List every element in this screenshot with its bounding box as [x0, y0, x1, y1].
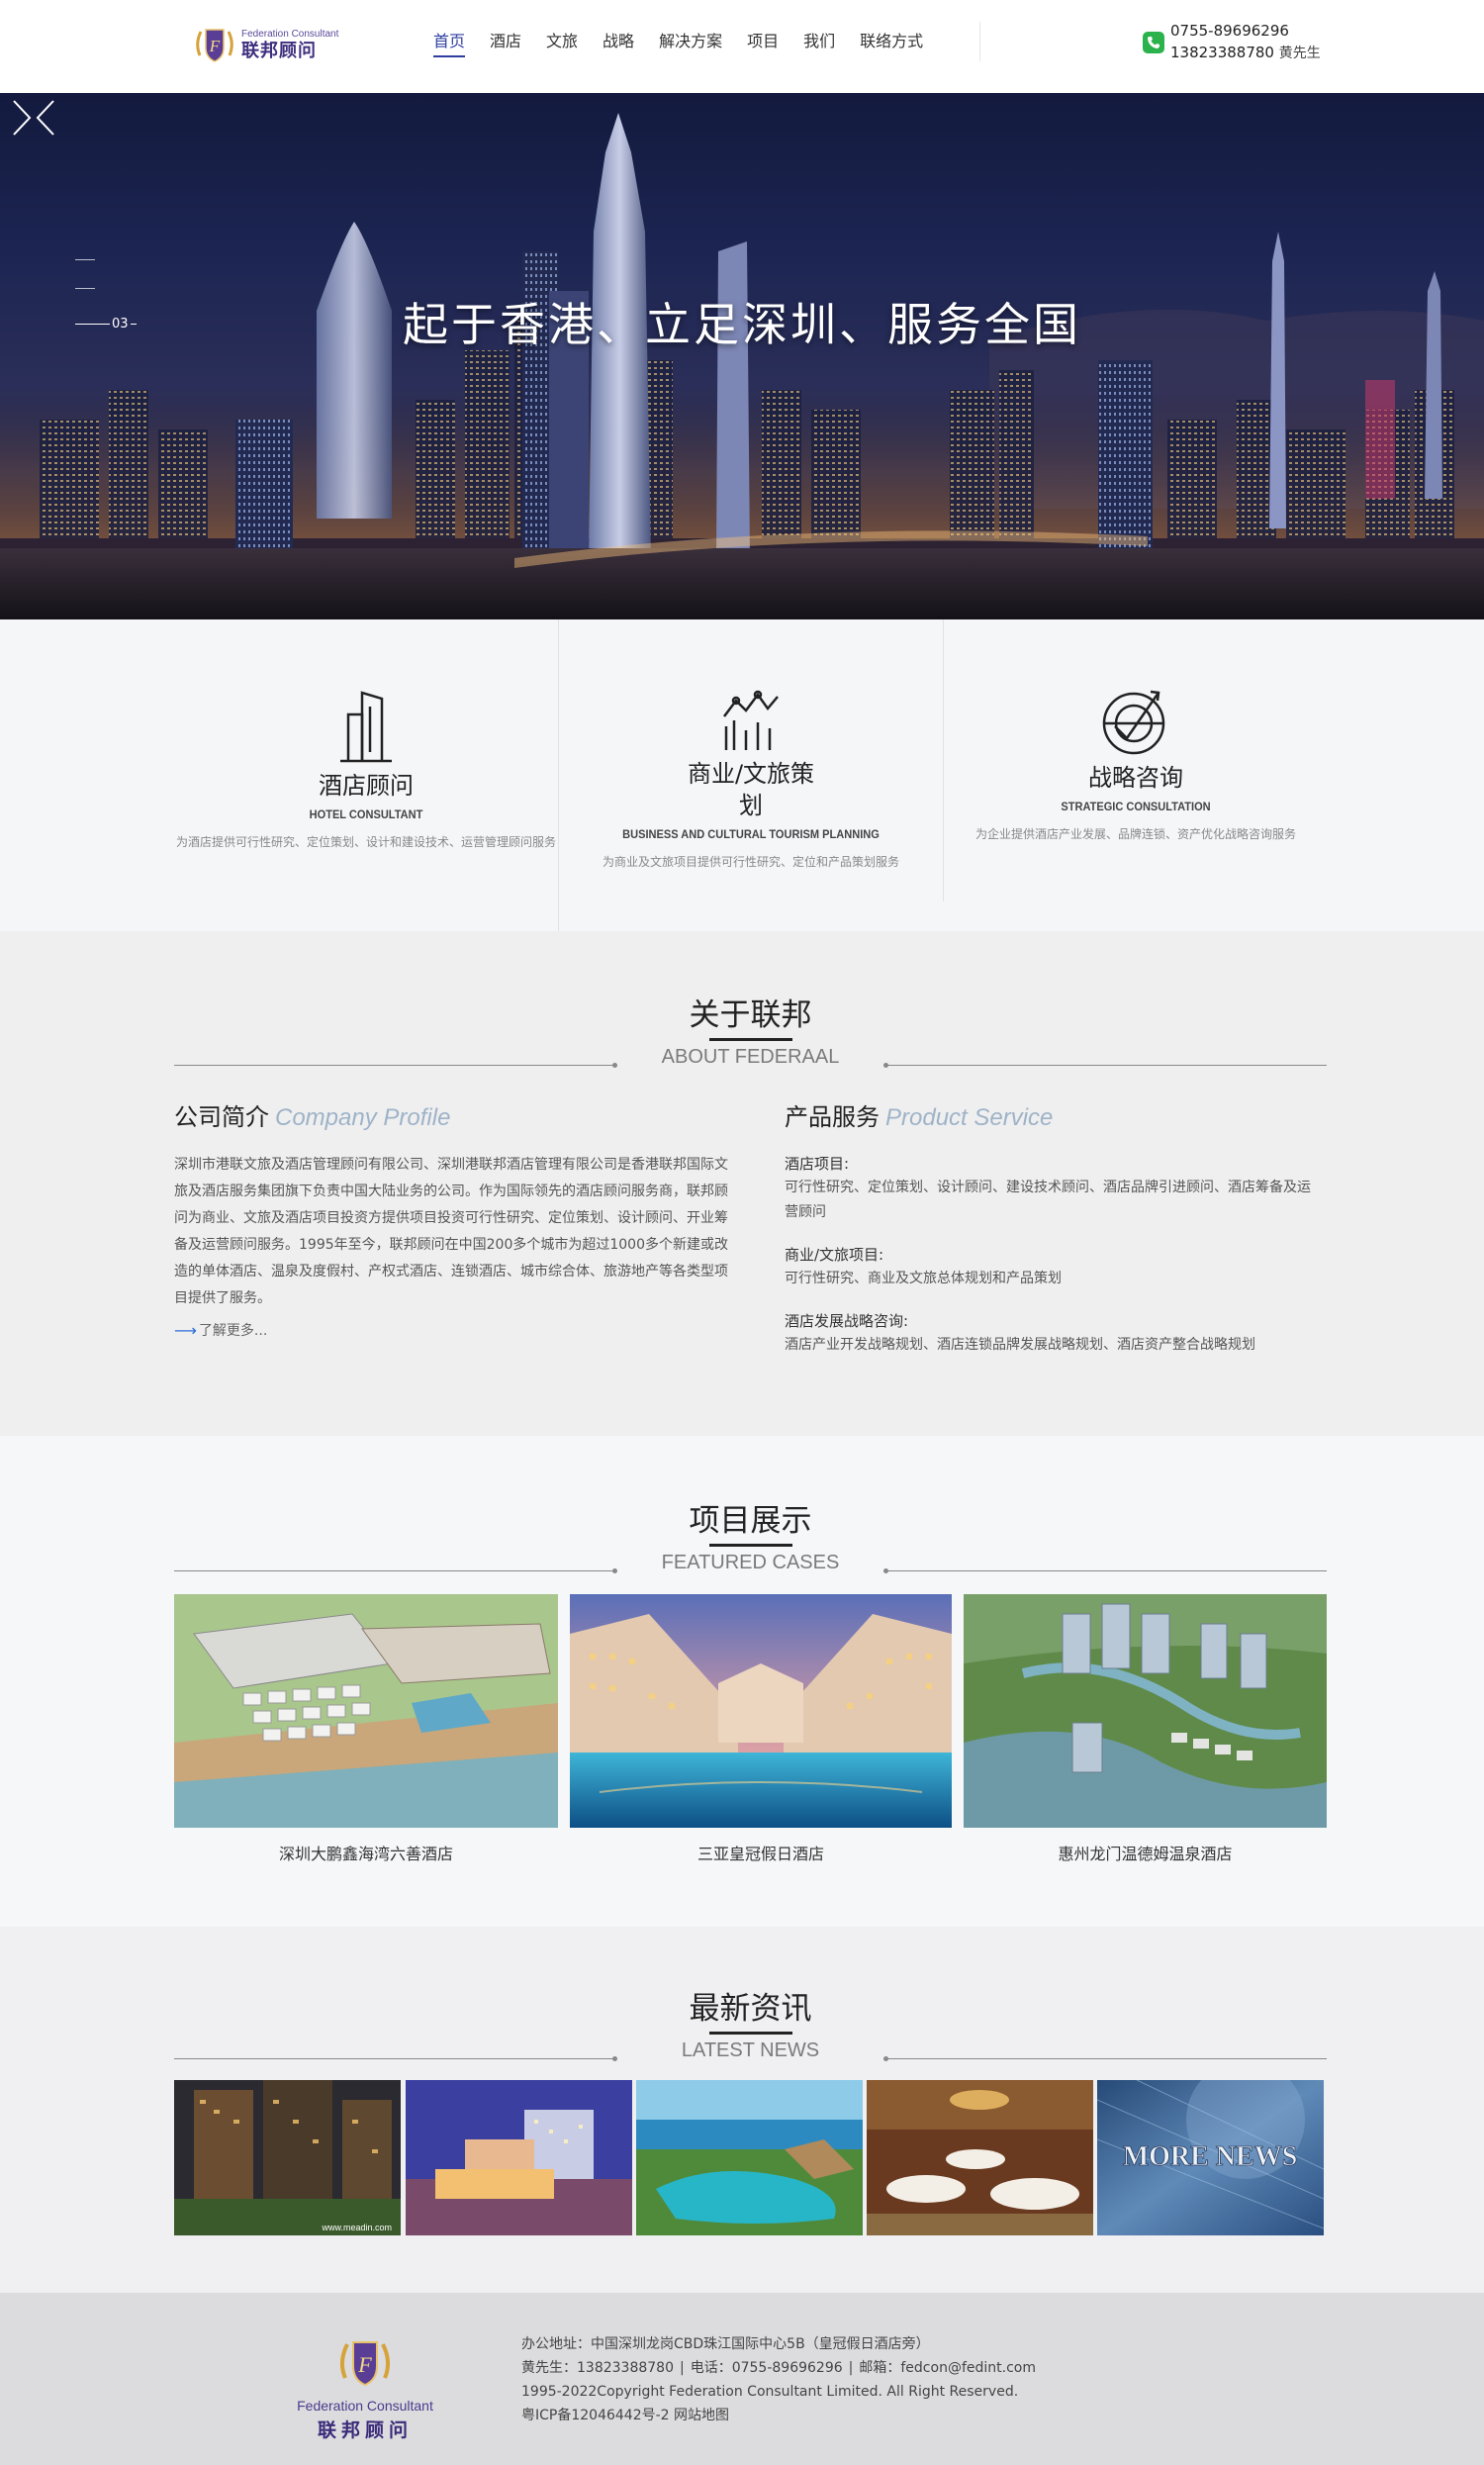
learn-more-link[interactable]: ⟶ 了解更多... [174, 1320, 267, 1340]
header-contact: 0755-89696296 13823388780 黄先生 [1143, 20, 1321, 64]
main-nav: 首页 酒店 文旅 战略 解决方案 项目 我们 联络方式 [433, 0, 948, 79]
company-profile-text: 深圳市港联文旅及酒店管理顾问有限公司、深圳港联邦酒店管理有限公司是香港联邦国际文… [174, 1157, 728, 1306]
slide-dash[interactable] [75, 288, 95, 289]
service-desc: 为企业提供酒店产业发展、品牌连锁、资产优化战略咨询服务 [974, 827, 1296, 841]
news-watermark: www.meadin.com [321, 2223, 392, 2232]
service-en-title: HOTEL CONSULTANT [309, 807, 423, 821]
product-service-item: 酒店项目: 可行性研究、定位策划、设计顾问、建设技术顾问、酒店品牌引进顾问、酒店… [785, 1155, 1311, 1220]
service-business-tourism[interactable]: 商业/文旅策划 BUSINESS AND CULTURAL TOURISM PL… [559, 619, 943, 931]
next-slide-arrow-icon[interactable] [0, 93, 40, 142]
nav-projects[interactable]: 项目 [747, 0, 779, 79]
logo-chinese: 联邦顾问 [241, 40, 317, 61]
slide-number: 03 [112, 317, 129, 332]
project-caption: 三亚皇冠假日酒店 [696, 1845, 824, 1863]
footer-logo-emblem-icon: F [340, 2341, 390, 2387]
logo-english: Federation Consultant [241, 28, 339, 40]
header-phone: 0755-89696296 [1170, 22, 1289, 40]
footer-copyright: 1995-2022Copyright Federation Consultant… [521, 2384, 1019, 2400]
project-card[interactable]: 三亚皇冠假日酒店 [570, 1594, 952, 1864]
project-card[interactable]: 惠州龙门温德姆温泉酒店 [964, 1594, 1327, 1864]
site-header: F Federation Consultant 联邦顾问 首页 酒店 文旅 战略… [0, 0, 1484, 93]
header-contact-name: 黄先生 [1278, 46, 1321, 61]
service-strategic-consultation[interactable]: 战略咨询 STRATEGIC CONSULTATION 为企业提供酒店产业发展、… [944, 619, 1328, 931]
nav-about-us[interactable]: 我们 [803, 0, 835, 79]
project-card[interactable]: 深圳大鹏鑫海湾六善酒店 [174, 1594, 558, 1864]
product-service-heading: 产品服务 Product Service [785, 1103, 1054, 1131]
footer-contacts: 黄先生：13823388780 | 电话：0755-89696296 | 邮箱：fedc… [521, 2360, 1036, 2376]
svg-text:F: F [357, 2352, 372, 2377]
service-hotel-consultant[interactable]: 酒店顾问 HOTEL CONSULTANT 为酒店提供可行性研究、定位策划、设计… [174, 619, 558, 931]
building-icon [340, 691, 392, 763]
project-image [964, 1594, 1327, 1828]
project-image [174, 1594, 558, 1828]
news-section: 最新资讯 LATEST NEWS www.meadin.com MORE NEW… [0, 1927, 1484, 2293]
company-profile: 公司简介 Company Profile 深圳市港联文旅及酒店管理顾问有限公司、深… [174, 1101, 728, 1340]
service-en-title: STRATEGIC CONSULTATION [1061, 800, 1211, 813]
nav-home[interactable]: 首页 [433, 0, 466, 79]
footer-logo[interactable]: F Federation Consultant 联邦顾问 [291, 2332, 439, 2442]
section-title: 最新资讯 LATEST NEWS [174, 1989, 1327, 2062]
project-caption: 惠州龙门温德姆温泉酒店 [1058, 1845, 1233, 1863]
site-footer: F Federation Consultant 联邦顾问 办公地址：中国深圳龙岗… [0, 2293, 1484, 2465]
project-image [570, 1594, 952, 1828]
service-title: 酒店顾问 [319, 772, 414, 800]
news-thumbnail[interactable] [867, 2080, 1093, 2235]
nav-divider [979, 22, 980, 61]
footer-logo-chinese: 联邦顾问 [317, 2419, 413, 2441]
footer-email[interactable]: 邮箱：fedcon@fedint.com [859, 2360, 1036, 2376]
news-thumbnail[interactable] [406, 2080, 632, 2235]
news-thumbnail[interactable] [636, 2080, 863, 2235]
footer-logo-english: Federation Consultant [297, 2398, 433, 2414]
phone-icon [1143, 31, 1164, 53]
nav-hotel[interactable]: 酒店 [490, 0, 521, 79]
city-skyline-image [0, 113, 1484, 619]
target-icon [1102, 690, 1165, 755]
service-en-title: BUSINESS AND CULTURAL TOURISM PLANNING [622, 827, 880, 841]
footer-sitemap-link[interactable]: 网站地图 [674, 2408, 729, 2423]
nav-tourism[interactable]: 文旅 [546, 0, 578, 79]
footer-info: 办公地址：中国深圳龙岗CBD珠江国际中心5B（皇冠假日酒店旁） 黄先生：1382… [521, 2332, 1036, 2427]
slide-indicator[interactable]: 03 [75, 259, 137, 332]
section-title-cn: 关于联邦 [689, 997, 812, 1033]
service-desc: 为酒店提供可行性研究、定位策划、设计和建设技术、运营管理顾问服务 [175, 835, 556, 849]
svg-text:F: F [209, 37, 221, 55]
company-profile-heading: 公司简介 Company Profile [174, 1103, 451, 1131]
footer-icp-link[interactable]: 粤ICP备12046442号-2 [521, 2408, 670, 2423]
projects-section: 项目展示 FEATURED CASES 深圳大鹏鑫海湾六善酒店 三亚皇冠假日酒店… [0, 1436, 1484, 1927]
product-service-item: 酒店发展战略咨询: 酒店产业开发战略规划、酒店连锁品牌发展战略规划、酒店资产整合… [785, 1312, 1255, 1353]
hero-title: 起于香港、立足深圳、服务全国 [403, 298, 1081, 351]
nav-solutions[interactable]: 解决方案 [659, 0, 722, 79]
about-section: 关于联邦 ABOUT FEDERAAL 公司简介 Company Profile … [0, 931, 1484, 1436]
arrow-right-icon: ⟶ [174, 1320, 197, 1340]
service-desc: 为商业及文旅项目提供可行性研究、定位和产品策划服务 [602, 855, 899, 869]
product-service-item: 商业/文旅项目: 可行性研究、商业及文旅总体规划和产品策划 [785, 1246, 1062, 1286]
more-news-thumbnail[interactable]: MORE NEWS [1097, 2080, 1324, 2235]
news-thumbnail[interactable]: www.meadin.com [174, 2080, 401, 2235]
nav-contact[interactable]: 联络方式 [860, 0, 923, 79]
logo-emblem-icon: F [196, 29, 233, 62]
slide-current: 03 [75, 317, 137, 332]
nav-strategy[interactable]: 战略 [603, 0, 634, 79]
product-service: 产品服务 Product Service 酒店项目: 可行性研究、定位策划、设计顾… [785, 1101, 1324, 1358]
hero-banner: 起于香港、立足深圳、服务全国 03 [0, 93, 1484, 619]
service-title: 战略咨询 [1088, 764, 1183, 792]
footer-address: 办公地址：中国深圳龙岗CBD珠江国际中心5B（皇冠假日酒店旁） [521, 2336, 930, 2352]
services-section: 酒店顾问 HOTEL CONSULTANT 为酒店提供可行性研究、定位策划、设计… [0, 619, 1484, 931]
header-mobile: 13823388780 [1170, 44, 1274, 61]
project-caption: 深圳大鹏鑫海湾六善酒店 [278, 1845, 453, 1863]
section-title: 项目展示 FEATURED CASES [174, 1501, 1327, 1574]
service-title: 商业/文旅策划 [687, 760, 815, 819]
section-title: 关于联邦 ABOUT FEDERAAL [174, 995, 1327, 1069]
more-news-label: MORE NEWS [1123, 2141, 1298, 2172]
section-title-cn: 项目展示 [689, 1503, 812, 1539]
site-logo[interactable]: F Federation Consultant 联邦顾问 [192, 22, 340, 67]
slide-dash[interactable] [75, 259, 95, 260]
section-title-cn: 最新资讯 [689, 1991, 812, 2027]
chart-icon [723, 690, 779, 750]
